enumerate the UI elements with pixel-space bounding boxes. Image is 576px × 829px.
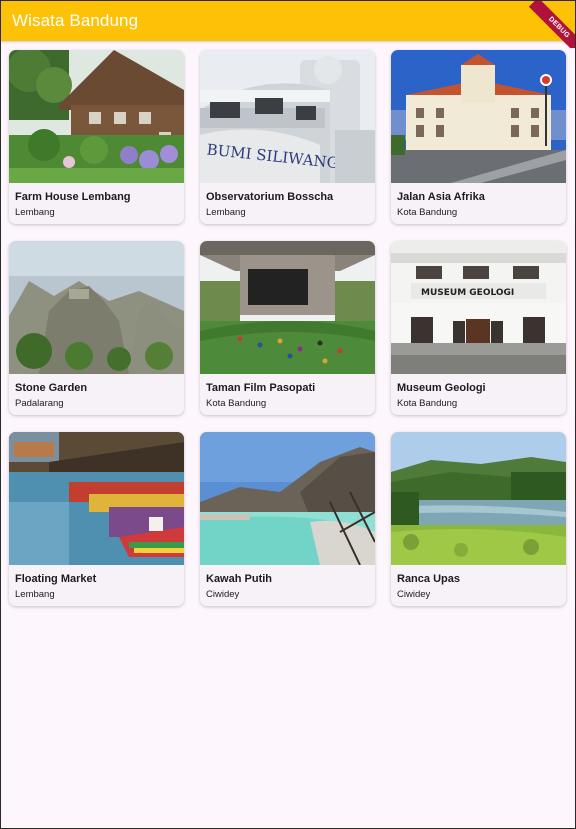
observatorium-bosscha-image: BUMI SILIWANGI — [200, 50, 375, 183]
farm-house-image — [9, 50, 184, 183]
debug-banner: DEBUG — [528, 0, 576, 48]
place-card-museum-geologi[interactable]: MUSEUM GEOLOGI Museum Geologi Kota Bandu… — [391, 241, 566, 415]
places-grid: Farm House Lembang Lembang BUMI SILIWANG… — [9, 50, 566, 606]
app-bar: Wisata Bandung — [0, 0, 576, 41]
place-location: Kota Bandung — [397, 398, 458, 409]
app-title: Wisata Bandung — [12, 11, 139, 30]
place-name: Jalan Asia Afrika — [397, 191, 485, 203]
place-card-ranca-upas[interactable]: Ranca Upas Ciwidey — [391, 432, 566, 606]
place-card-taman-film-pasopati[interactable]: Taman Film Pasopati Kota Bandung — [200, 241, 375, 415]
place-name: Kawah Putih — [206, 573, 273, 585]
place-name: Observatorium Bosscha — [206, 191, 334, 203]
place-location: Kota Bandung — [206, 398, 267, 409]
taman-film-pasopati-image — [200, 241, 375, 374]
museum-sign: MUSEUM GEOLOGI — [421, 288, 514, 298]
museum-geologi-image: MUSEUM GEOLOGI — [391, 241, 566, 374]
place-name: Farm House Lembang — [15, 191, 131, 203]
place-card-observatorium-bosscha[interactable]: BUMI SILIWANGI Observatorium Bosscha Lem… — [200, 50, 375, 224]
place-name: Museum Geologi — [397, 382, 486, 394]
place-name: Floating Market — [15, 573, 97, 585]
stone-garden-image — [9, 241, 184, 374]
place-card-stone-garden[interactable]: Stone Garden Padalarang — [9, 241, 184, 415]
place-card-jalan-asia-afrika[interactable]: Jalan Asia Afrika Kota Bandung — [391, 50, 566, 224]
place-location: Lembang — [15, 589, 55, 600]
place-location: Ciwidey — [397, 589, 431, 600]
place-location: Lembang — [206, 207, 246, 218]
place-name: Stone Garden — [15, 382, 88, 394]
place-location: Kota Bandung — [397, 207, 458, 218]
place-location: Padalarang — [15, 398, 64, 409]
place-card-floating-market[interactable]: Floating Market Lembang — [9, 432, 184, 606]
jalan-asia-afrika-image — [391, 50, 566, 183]
place-name: Ranca Upas — [397, 573, 460, 585]
place-location: Lembang — [15, 207, 55, 218]
place-location: Ciwidey — [206, 589, 240, 600]
place-card-farm-house-lembang[interactable]: Farm House Lembang Lembang — [9, 50, 184, 224]
debug-banner-label: DEBUG — [528, 0, 576, 48]
place-name: Taman Film Pasopati — [206, 382, 316, 394]
place-card-kawah-putih[interactable]: Kawah Putih Ciwidey — [200, 432, 375, 606]
floating-market-image — [9, 432, 184, 565]
kawah-putih-image — [200, 432, 375, 565]
ranca-upas-image — [391, 432, 566, 565]
